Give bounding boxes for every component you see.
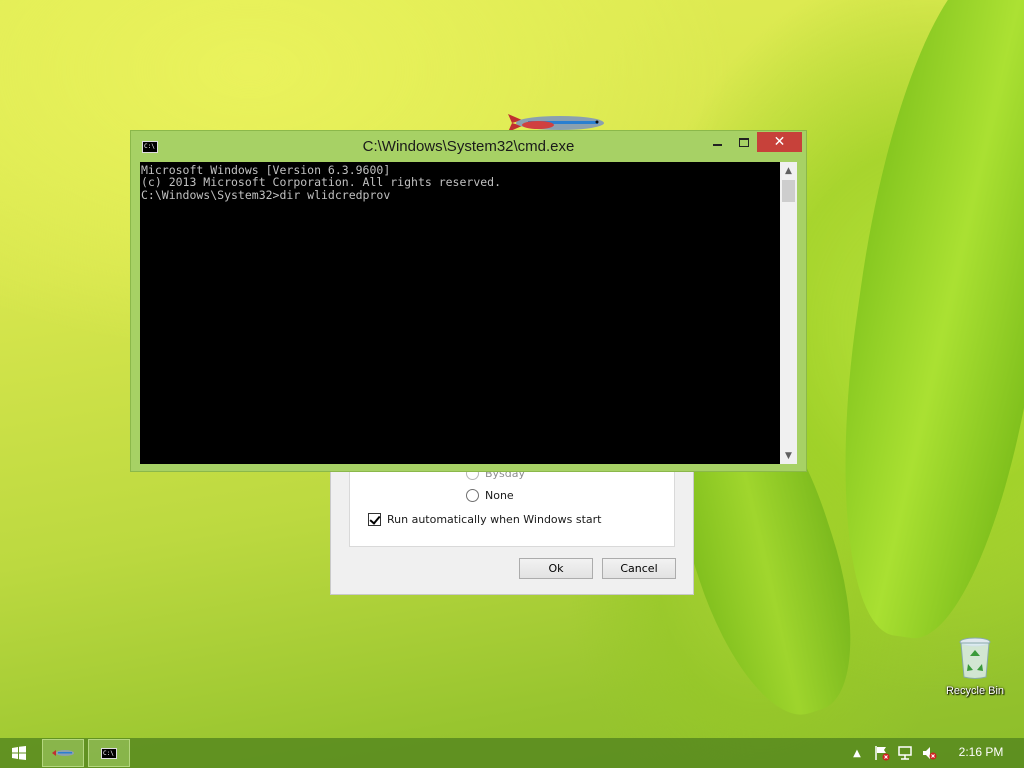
cmd-window[interactable]: C:\ C:\Windows\System32\cmd.exe ✕ Micros… [130, 130, 807, 472]
volume-muted-icon[interactable] [921, 745, 937, 761]
network-icon[interactable] [897, 745, 913, 761]
minimize-icon [713, 144, 722, 146]
taskbar-clock[interactable]: 2:16 PM [946, 745, 1016, 759]
recycle-bin[interactable]: Recycle Bin [942, 636, 1008, 706]
taskbar-fish-app-button[interactable] [42, 739, 84, 767]
minimize-button[interactable] [704, 132, 731, 152]
fish-app-icon [52, 750, 74, 756]
scroll-up-icon[interactable]: ▲ [780, 162, 797, 179]
cancel-button[interactable]: Cancel [602, 558, 676, 579]
radio-none[interactable]: None [466, 489, 514, 502]
console-prompt-line: C:\Windows\System32>dir wlidcredprov [141, 187, 391, 202]
options-group: Bysday None Run automatically when Windo… [349, 463, 675, 547]
taskbar-cmd-button[interactable]: C:\ [88, 739, 130, 767]
scroll-down-icon[interactable]: ▼ [780, 447, 797, 464]
radio-none-label: None [485, 489, 514, 502]
start-button[interactable] [0, 738, 38, 768]
vertical-scrollbar[interactable]: ▲ ▼ [780, 162, 797, 464]
scroll-thumb[interactable] [782, 180, 795, 202]
settings-dialog: Bysday None Run automatically when Windo… [330, 460, 694, 595]
radio-button[interactable] [466, 489, 479, 502]
action-center-flag-icon[interactable] [874, 745, 890, 761]
run-at-startup-checkbox-row[interactable]: Run automatically when Windows start [368, 513, 602, 526]
windows-logo-icon [12, 746, 26, 760]
maximize-button[interactable] [731, 132, 757, 152]
recycle-bin-label: Recycle Bin [945, 685, 1005, 697]
recycle-bin-icon [959, 637, 991, 679]
cmd-icon: C:\ [101, 747, 117, 759]
run-at-startup-label: Run automatically when Windows start [387, 513, 602, 526]
wallpaper-leaf [813, 0, 1024, 650]
show-hidden-icons-icon[interactable]: ▲ [851, 745, 863, 761]
close-button[interactable]: ✕ [757, 132, 802, 152]
console-line: (c) 2013 Microsoft Corporation. All righ… [141, 175, 502, 190]
console-output[interactable]: Microsoft Windows [Version 6.3.9600] (c) … [140, 162, 780, 464]
ok-button[interactable]: Ok [519, 558, 593, 579]
title-bar[interactable]: C:\ C:\Windows\System32\cmd.exe ✕ [131, 131, 806, 162]
run-at-startup-checkbox[interactable] [368, 513, 381, 526]
taskbar: C:\ ▲ 2:16 PM [0, 738, 1024, 768]
close-icon: ✕ [773, 134, 786, 150]
maximize-icon [739, 137, 749, 147]
